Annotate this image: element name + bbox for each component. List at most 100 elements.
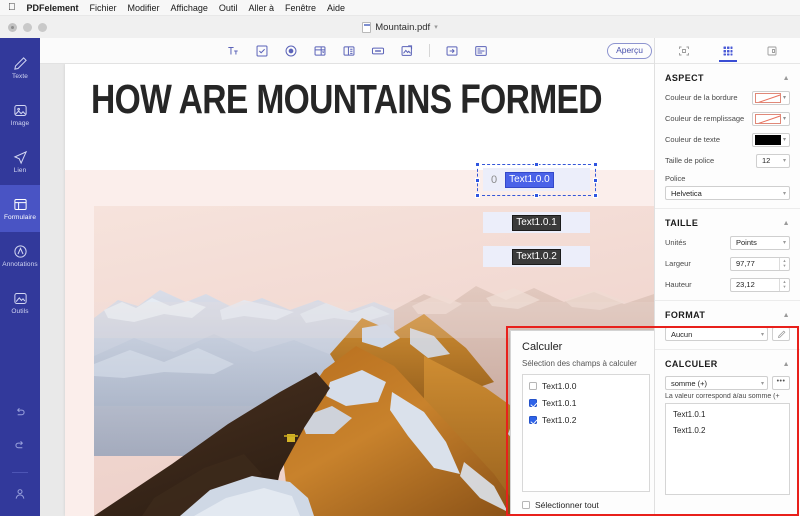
menu-item-aide[interactable]: Aide [327,3,345,13]
checkbox-tool[interactable] [254,43,270,59]
push-button-tool[interactable] [370,43,386,59]
calculate-dialog-subtitle: Sélection des champs à calculer [522,359,637,368]
chevron-down-icon[interactable]: ▾ [434,23,438,31]
field-selection-box[interactable] [475,162,598,198]
aspect-header[interactable]: ASPECT ▲ [665,64,790,90]
select-all-checkbox[interactable] [522,501,530,509]
undo-icon[interactable] [13,406,27,425]
tab-field-properties[interactable] [718,40,737,62]
tab-appearance-properties[interactable] [764,40,780,62]
tab-page-properties[interactable] [676,40,692,62]
minimize-button[interactable] [23,22,32,32]
chevron-up-icon[interactable]: ▲ [783,312,790,319]
format-value: Aucun [671,329,693,339]
size-header[interactable]: TAILLE ▲ [665,209,790,235]
menu-item-modifier[interactable]: Modifier [128,3,160,13]
stepper-arrows-icon[interactable]: ▲ ▼ [779,257,789,270]
resize-handle-s[interactable] [534,193,539,198]
chevron-down-icon[interactable]: ▾ [783,115,789,122]
menu-item-fenetre[interactable]: Fenêtre [285,3,316,13]
chevron-down-icon: ▾ [760,380,764,387]
resize-handle-w[interactable] [475,178,480,183]
close-button[interactable] [8,22,17,32]
menu-item-fichier[interactable]: Fichier [90,3,117,13]
select-all-row[interactable]: Sélectionner tout [522,500,650,510]
calculate-option[interactable]: Text1.0.1 [529,398,643,408]
text-field-tool[interactable] [225,43,241,59]
format-title: FORMAT [665,310,706,320]
sidebar-item-lien[interactable]: Lien [0,138,40,185]
document-name: Mountain.pdf [375,21,431,33]
resize-handle-se[interactable] [593,193,598,198]
size-section: TAILLE ▲ Unités Points ▾ Largeur 97,77 ▲… [655,209,800,292]
menu-item-pdfelement[interactable]: PDFelement [27,3,79,13]
fill-color-swatch [754,113,781,124]
resize-handle-nw[interactable] [475,162,480,167]
calculate-more-button[interactable]: ••• [772,376,790,390]
sidebar-item-outils[interactable]: Outils [0,279,40,326]
calculate-section: CALCULER ▲ somme (+) ▾ ••• La valeur cor… [655,350,800,495]
units-select[interactable]: Points ▾ [730,235,790,250]
sidebar-item-annotations[interactable]: Annotations [0,232,40,279]
chevron-down-icon[interactable]: ▾ [783,94,789,101]
checkbox-text1-0-2[interactable] [529,416,537,424]
chevron-up-icon[interactable]: ▲ [783,361,790,368]
calculate-operation-select[interactable]: somme (+) ▾ [665,376,768,390]
calculate-selected-fields[interactable]: Text1.0.1 Text1.0.2 [665,403,790,495]
resize-handle-sw[interactable] [475,193,480,198]
redo-icon[interactable] [13,439,27,458]
calculate-field-list[interactable]: Text1.0.0 Text1.0.1 Text1.0.2 [522,374,650,492]
calculate-fields-dialog[interactable]: Calculer Sélection des champs à calculer… [510,330,662,516]
calculate-header[interactable]: CALCULER ▲ [665,350,790,376]
sidebar-divider [12,472,28,473]
font-select[interactable]: Helvetica ▾ [665,186,790,200]
units-value: Points [736,238,757,247]
font-size-select[interactable]: 12 ▾ [756,153,790,168]
left-sidebar: Texte Image Lien Formulaire Annotations … [0,38,40,516]
format-header[interactable]: FORMAT ▲ [665,301,790,327]
form-field-row[interactable]: Text1.0.1 [483,212,590,233]
border-color-picker[interactable]: ▾ [751,90,790,105]
properties-tab-bar [655,38,800,64]
checkbox-text1-0-1[interactable] [529,399,537,407]
sidebar-item-image[interactable]: Image [0,91,40,138]
chevron-up-icon[interactable]: ▲ [783,75,790,82]
resize-handle-ne[interactable] [593,162,598,167]
text-color-picker[interactable]: ▾ [751,132,790,147]
fill-color-picker[interactable]: ▾ [751,111,790,126]
tab-order-tool[interactable] [444,43,460,59]
width-stepper[interactable]: 97,77 ▲ ▼ [730,256,790,271]
pencil-icon [13,56,28,71]
format-select[interactable]: Aucun ▾ [665,327,768,341]
height-stepper[interactable]: 23,12 ▲ ▼ [730,277,790,292]
preview-button[interactable]: Aperçu [607,43,652,59]
format-section: FORMAT ▲ Aucun ▾ [655,301,800,341]
radio-button-tool[interactable] [283,43,299,59]
apple-menu-icon[interactable]:  [8,2,16,13]
chevron-down-icon[interactable]: ▾ [783,136,789,143]
form-field-row[interactable]: Text1.0.2 [483,246,590,267]
resize-handle-e[interactable] [593,178,598,183]
form-alignment-tool[interactable] [473,43,489,59]
menu-item-outil[interactable]: Outil [219,3,238,13]
menu-item-affichage[interactable]: Affichage [171,3,208,13]
text-color-swatch [754,134,781,145]
image-icon [13,103,28,118]
calculate-option[interactable]: Text1.0.0 [529,381,643,391]
calculate-title: CALCULER [665,359,718,369]
resize-handle-n[interactable] [534,162,539,167]
image-field-tool[interactable] [399,43,415,59]
sidebar-label-annotations: Annotations [2,260,38,268]
maximize-button[interactable] [38,22,47,32]
combo-box-tool[interactable] [312,43,328,59]
sidebar-item-texte[interactable]: Texte [0,44,40,91]
sidebar-item-formulaire[interactable]: Formulaire [0,185,40,232]
menu-item-aller-a[interactable]: Aller à [248,3,274,13]
calculate-option[interactable]: Text1.0.2 [529,415,643,425]
checkbox-text1-0-0[interactable] [529,382,537,390]
user-icon[interactable] [13,487,27,506]
stepper-arrows-icon[interactable]: ▲ ▼ [779,278,789,291]
format-edit-button[interactable] [772,327,790,341]
chevron-up-icon[interactable]: ▲ [783,220,790,227]
list-box-tool[interactable] [341,43,357,59]
